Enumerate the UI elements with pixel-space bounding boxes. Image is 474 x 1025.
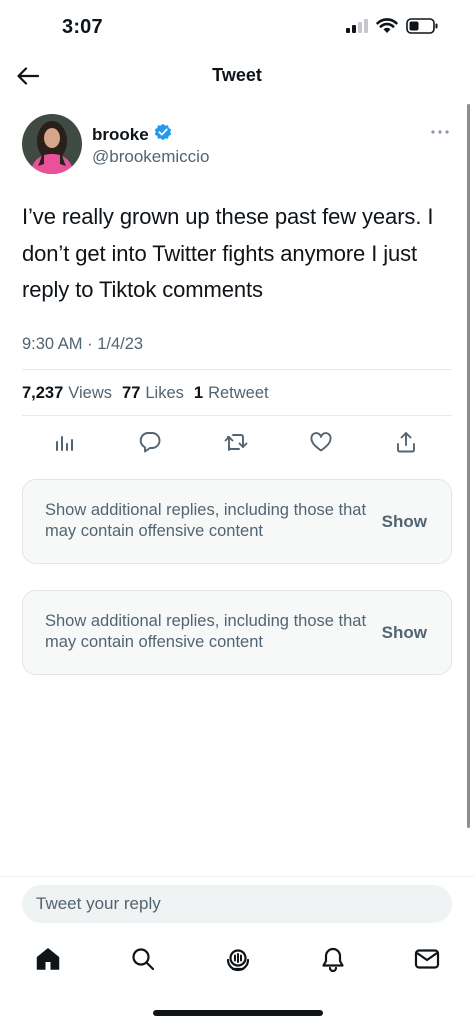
show-replies-button[interactable]: Show xyxy=(382,512,427,532)
home-icon xyxy=(36,948,60,970)
retweets-count: 1 xyxy=(193,384,204,402)
tab-spaces[interactable] xyxy=(223,944,253,974)
tweet-text: I’ve really grown up these past few year… xyxy=(22,204,434,302)
like-icon xyxy=(310,432,332,452)
views-count: 7,237 xyxy=(22,384,64,402)
spaces-icon xyxy=(226,949,250,972)
tweet-actions xyxy=(0,428,474,456)
retweet-button[interactable] xyxy=(222,428,250,456)
retweet-icon xyxy=(224,434,248,451)
notifications-icon xyxy=(322,947,344,972)
home-indicator xyxy=(153,1010,323,1016)
more-options-button[interactable] xyxy=(430,124,450,140)
tweet-stats: 7,237 Views 77 Likes 1 Retweet xyxy=(22,384,269,403)
likes-stat[interactable]: 77 Likes xyxy=(122,384,184,403)
retweets-stat[interactable]: 1 Retweet xyxy=(194,384,269,403)
bottom-tab-bar xyxy=(0,944,474,976)
like-button[interactable] xyxy=(307,428,335,456)
scrollbar[interactable] xyxy=(467,104,470,828)
reply-button[interactable] xyxy=(136,428,164,456)
avatar[interactable] xyxy=(22,114,82,174)
share-button[interactable] xyxy=(392,428,420,456)
cellular-signal-icon xyxy=(346,19,368,38)
tab-home[interactable] xyxy=(33,944,63,974)
hidden-replies-card[interactable]: Show additional replies, including those… xyxy=(22,479,452,564)
messages-icon xyxy=(414,949,440,969)
wifi-icon xyxy=(376,18,398,39)
share-icon xyxy=(397,432,415,453)
tab-notifications[interactable] xyxy=(318,944,348,974)
show-replies-button[interactable]: Show xyxy=(382,623,427,643)
analytics-button[interactable] xyxy=(51,428,79,456)
retweets-label: Retweet xyxy=(208,384,269,402)
hidden-replies-text: Show additional replies, including those… xyxy=(45,612,367,651)
likes-label: Likes xyxy=(145,384,184,402)
page-title: Tweet xyxy=(212,65,262,85)
author-name-row: brooke xyxy=(92,123,172,146)
views-label: Views xyxy=(68,384,113,402)
more-icon xyxy=(431,130,449,134)
author-handle[interactable]: @brookemiccio xyxy=(92,147,209,167)
likes-count: 77 xyxy=(122,384,141,402)
divider xyxy=(22,369,452,370)
divider xyxy=(0,876,474,877)
hidden-replies-text: Show additional replies, including those… xyxy=(45,501,367,540)
status-time: 3:07 xyxy=(62,16,103,38)
reply-input[interactable]: Tweet your reply xyxy=(22,885,452,923)
top-navigation: Tweet xyxy=(0,56,474,96)
tweet-timestamp[interactable]: 9:30 AM · 1/4/23 xyxy=(22,335,143,354)
views-stat[interactable]: 7,237 Views xyxy=(22,384,112,403)
reply-icon xyxy=(139,432,161,453)
status-icons xyxy=(346,18,438,39)
battery-icon xyxy=(406,18,438,39)
verified-badge-icon xyxy=(154,123,172,146)
author-name[interactable]: brooke xyxy=(92,125,149,145)
search-icon xyxy=(132,948,155,971)
hidden-replies-card[interactable]: Show additional replies, including those… xyxy=(22,590,452,675)
status-bar: 3:07 xyxy=(0,0,474,56)
divider xyxy=(22,415,452,416)
tab-search[interactable] xyxy=(128,944,158,974)
tab-messages[interactable] xyxy=(412,944,442,974)
analytics-icon xyxy=(56,436,73,451)
